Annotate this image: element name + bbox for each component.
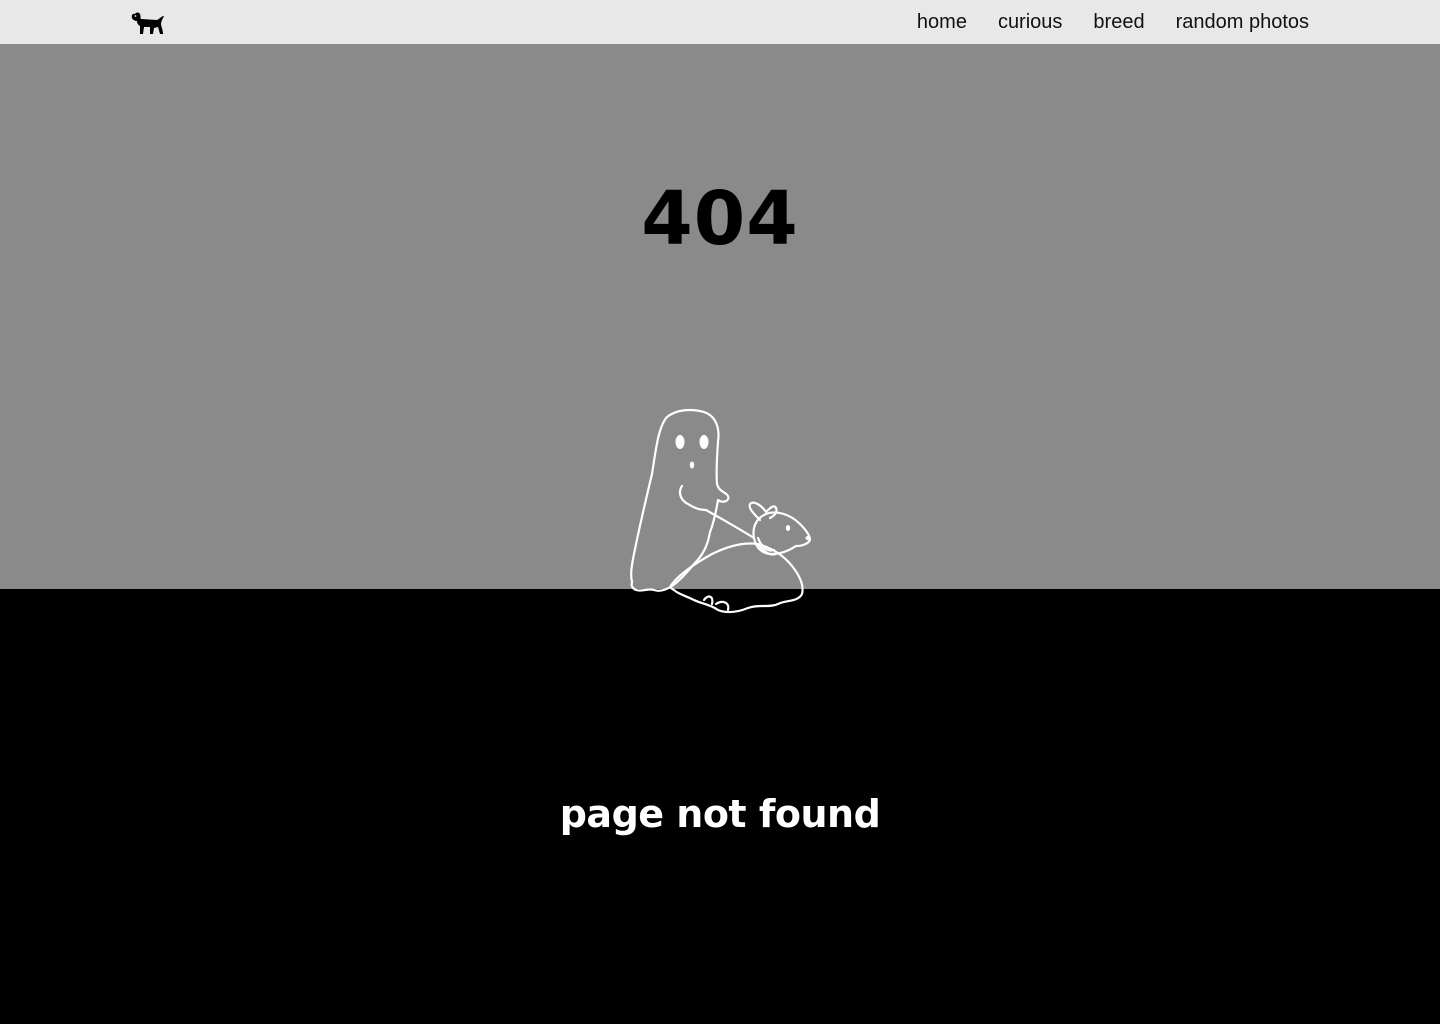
error-code: 404 <box>641 176 799 262</box>
nav-link-breed[interactable]: breed <box>1093 11 1144 34</box>
nav-link-home[interactable]: home <box>917 11 967 34</box>
navbar: home curious breed random photos <box>0 0 1440 44</box>
ghost-walking-dog-icon <box>630 408 812 614</box>
nav-links: home curious breed random photos <box>917 0 1309 44</box>
nav-link-random-photos[interactable]: random photos <box>1176 11 1309 34</box>
error-message: page not found <box>559 792 881 836</box>
nav-link-curious[interactable]: curious <box>998 11 1062 34</box>
dog-logo-icon[interactable] <box>128 6 168 38</box>
